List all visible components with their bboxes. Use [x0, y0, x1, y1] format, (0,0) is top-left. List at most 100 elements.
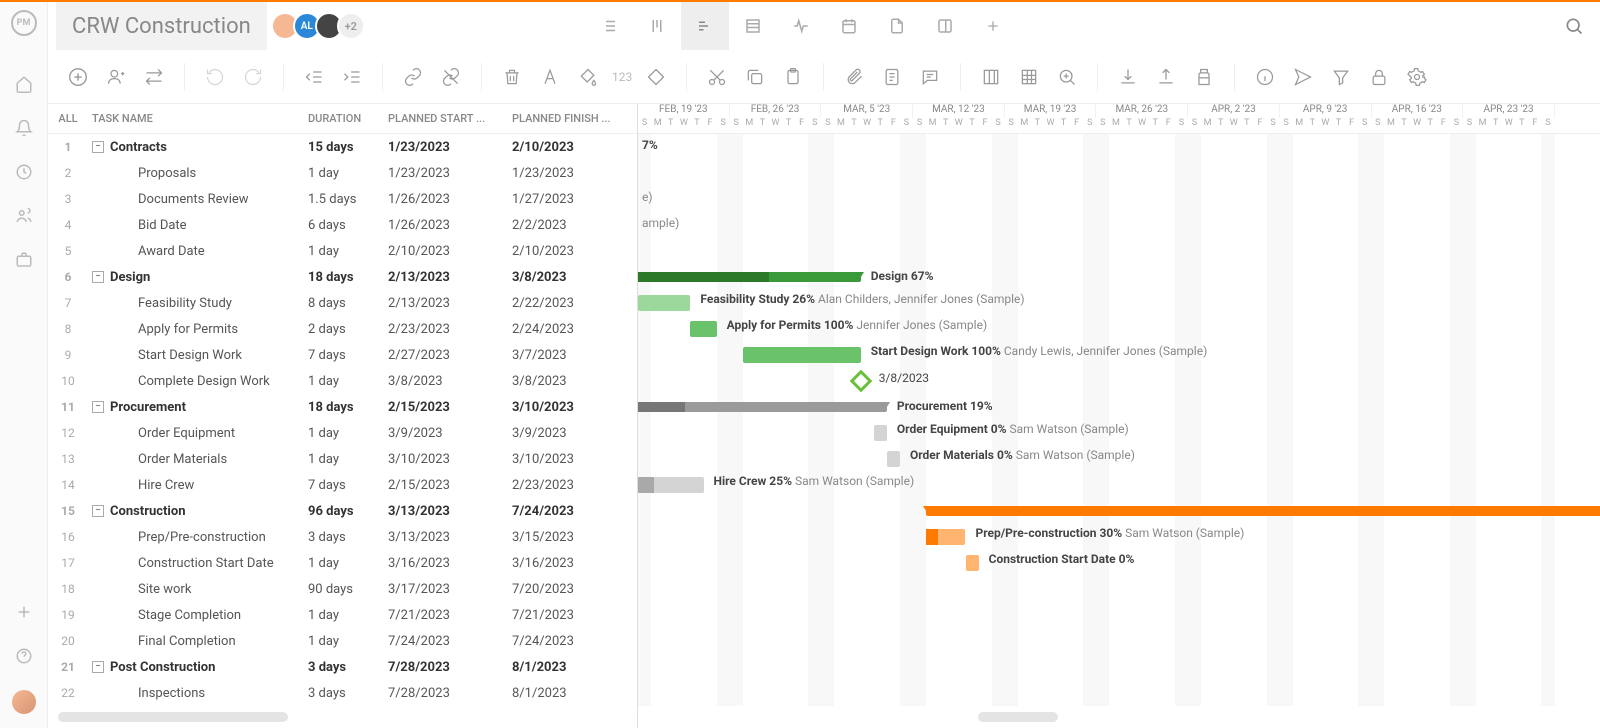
- panel-view-tab[interactable]: [921, 2, 969, 50]
- fill-icon[interactable]: [574, 63, 602, 91]
- collapse-icon[interactable]: −: [92, 661, 104, 673]
- task-row[interactable]: 11 −Procurement 18 days 2/15/2023 3/10/2…: [48, 394, 637, 420]
- week-header[interactable]: FEB, 19 '23: [638, 104, 730, 118]
- collapse-icon[interactable]: −: [92, 401, 104, 413]
- week-header[interactable]: MAR, 12 '23: [913, 104, 1005, 118]
- pulse-view-tab[interactable]: [777, 2, 825, 50]
- task-row[interactable]: 6 −Design 18 days 2/13/2023 3/8/2023: [48, 264, 637, 290]
- numbering-icon[interactable]: 123: [612, 70, 632, 84]
- cut-icon[interactable]: [703, 63, 731, 91]
- info-icon[interactable]: [1251, 63, 1279, 91]
- task-row[interactable]: 17 Construction Start Date 1 day 3/16/20…: [48, 550, 637, 576]
- grid-scrollbar[interactable]: [58, 712, 288, 722]
- columns-icon[interactable]: [977, 63, 1005, 91]
- project-title-wrap[interactable]: CRW Construction: [56, 2, 267, 50]
- outdent-icon[interactable]: [300, 63, 328, 91]
- task-row[interactable]: 8 Apply for Permits 2 days 2/23/2023 2/2…: [48, 316, 637, 342]
- gantt-view-tab[interactable]: [681, 2, 729, 50]
- task-row[interactable]: 22 Inspections 3 days 7/28/2023 8/1/2023: [48, 680, 637, 706]
- user-avatar[interactable]: [12, 690, 36, 714]
- font-icon[interactable]: [536, 63, 564, 91]
- week-header[interactable]: MAR, 19 '23: [1005, 104, 1097, 118]
- col-name[interactable]: TASK NAME: [88, 112, 308, 125]
- unlink-icon[interactable]: [437, 63, 465, 91]
- col-finish[interactable]: PLANNED FINISH ...: [512, 112, 636, 125]
- week-header[interactable]: APR, 2 '23: [1188, 104, 1280, 118]
- collapse-icon[interactable]: −: [92, 271, 104, 283]
- task-row[interactable]: 16 Prep/Pre-construction 3 days 3/13/202…: [48, 524, 637, 550]
- notes-icon[interactable]: [878, 63, 906, 91]
- week-header[interactable]: MAR, 5 '23: [821, 104, 913, 118]
- briefcase-icon[interactable]: [14, 250, 34, 270]
- task-row[interactable]: 4 Bid Date 6 days 1/26/2023 2/2/2023: [48, 212, 637, 238]
- task-row[interactable]: 21 −Post Construction 3 days 7/28/2023 8…: [48, 654, 637, 680]
- task-row[interactable]: 5 Award Date 1 day 2/10/2023 2/10/2023: [48, 238, 637, 264]
- task-row[interactable]: 15 −Construction 96 days 3/13/2023 7/24/…: [48, 498, 637, 524]
- gantt-chart: FEB, 19 '23FEB, 26 '23MAR, 5 '23MAR, 12 …: [638, 104, 1600, 728]
- table-icon[interactable]: [1015, 63, 1043, 91]
- link-icon[interactable]: [399, 63, 427, 91]
- copy-icon[interactable]: [741, 63, 769, 91]
- task-row[interactable]: 2 Proposals 1 day 1/23/2023 1/23/2023: [48, 160, 637, 186]
- task-row[interactable]: 1 −Contracts 15 days 1/23/2023 2/10/2023: [48, 134, 637, 160]
- milestone-icon[interactable]: [849, 370, 872, 393]
- paste-icon[interactable]: [779, 63, 807, 91]
- import-icon[interactable]: [1114, 63, 1142, 91]
- search-icon[interactable]: [1556, 8, 1592, 44]
- filter-icon[interactable]: [1327, 63, 1355, 91]
- tag-icon[interactable]: [642, 63, 670, 91]
- help-icon[interactable]: [14, 646, 34, 666]
- task-row[interactable]: 10 Complete Design Work 1 day 3/8/2023 3…: [48, 368, 637, 394]
- zoom-icon[interactable]: [1053, 63, 1081, 91]
- file-view-tab[interactable]: [873, 2, 921, 50]
- task-row[interactable]: 14 Hire Crew 7 days 2/15/2023 2/23/2023: [48, 472, 637, 498]
- indent-icon[interactable]: [338, 63, 366, 91]
- task-row[interactable]: 20 Final Completion 1 day 7/24/2023 7/24…: [48, 628, 637, 654]
- week-header[interactable]: APR, 16 '23: [1372, 104, 1464, 118]
- week-header[interactable]: FEB, 26 '23: [730, 104, 822, 118]
- task-row[interactable]: 12 Order Equipment 1 day 3/9/2023 3/9/20…: [48, 420, 637, 446]
- swap-icon[interactable]: [140, 63, 168, 91]
- collapse-icon[interactable]: −: [92, 505, 104, 517]
- redo-icon[interactable]: [239, 63, 267, 91]
- member-avatars[interactable]: AL +2: [277, 12, 365, 40]
- week-header[interactable]: APR, 23 '23: [1463, 104, 1555, 118]
- week-header[interactable]: APR, 9 '23: [1280, 104, 1372, 118]
- attach-icon[interactable]: [840, 63, 868, 91]
- send-icon[interactable]: [1289, 63, 1317, 91]
- task-row[interactable]: 9 Start Design Work 7 days 2/27/2023 3/7…: [48, 342, 637, 368]
- list-view-tab[interactable]: [585, 2, 633, 50]
- export-icon[interactable]: [1152, 63, 1180, 91]
- col-all[interactable]: ALL: [48, 112, 88, 125]
- calendar-view-tab[interactable]: [825, 2, 873, 50]
- avatar-more[interactable]: +2: [337, 12, 365, 40]
- week-header[interactable]: MAR, 26 '23: [1096, 104, 1188, 118]
- task-row[interactable]: 3 Documents Review 1.5 days 1/26/2023 1/…: [48, 186, 637, 212]
- task-row[interactable]: 19 Stage Completion 1 day 7/21/2023 7/21…: [48, 602, 637, 628]
- delete-icon[interactable]: [498, 63, 526, 91]
- logo-icon[interactable]: PM: [11, 10, 37, 36]
- task-row[interactable]: 7 Feasibility Study 8 days 2/13/2023 2/2…: [48, 290, 637, 316]
- col-duration[interactable]: DURATION: [308, 112, 388, 125]
- add-view-tab[interactable]: [969, 2, 1017, 50]
- task-row[interactable]: 18 Site work 90 days 3/17/2023 7/20/2023: [48, 576, 637, 602]
- sheet-view-tab[interactable]: [729, 2, 777, 50]
- home-icon[interactable]: [14, 74, 34, 94]
- print-icon[interactable]: [1190, 63, 1218, 91]
- add-task-icon[interactable]: [64, 63, 92, 91]
- comment-icon[interactable]: [916, 63, 944, 91]
- assign-icon[interactable]: [102, 63, 130, 91]
- gantt-body[interactable]: 7%e)ample)Design 67%Feasibility Study 26…: [638, 134, 1600, 706]
- people-icon[interactable]: [14, 206, 34, 226]
- task-row[interactable]: 13 Order Materials 1 day 3/10/2023 3/10/…: [48, 446, 637, 472]
- undo-icon[interactable]: [201, 63, 229, 91]
- gantt-scrollbar[interactable]: [978, 712, 1058, 722]
- plus-icon[interactable]: [14, 602, 34, 622]
- collapse-icon[interactable]: −: [92, 141, 104, 153]
- col-start[interactable]: PLANNED START ...: [388, 112, 512, 125]
- gear-icon[interactable]: [1403, 63, 1431, 91]
- board-view-tab[interactable]: [633, 2, 681, 50]
- clock-icon[interactable]: [14, 162, 34, 182]
- lock-icon[interactable]: [1365, 63, 1393, 91]
- bell-icon[interactable]: [14, 118, 34, 138]
